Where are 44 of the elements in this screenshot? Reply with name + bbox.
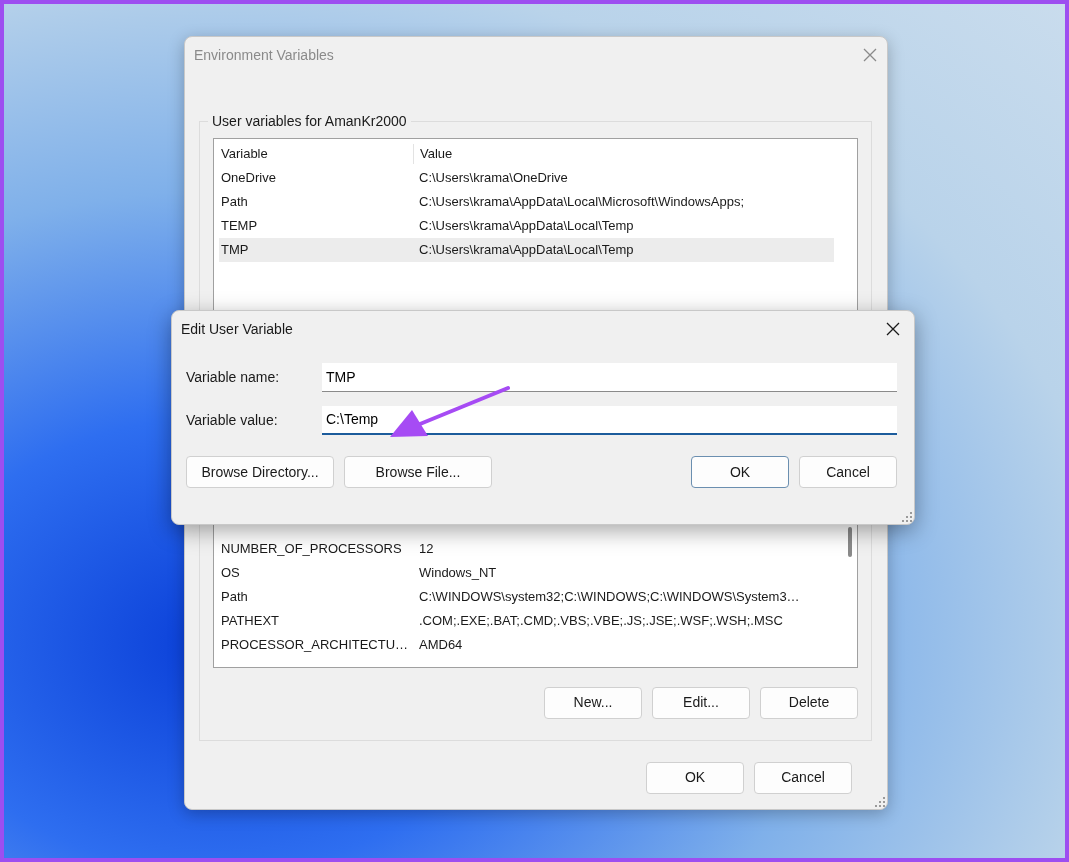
close-icon[interactable]: [886, 322, 900, 336]
table-cell-text: C:\Users\krama\AppData\Local\Microsoft\WindowsApps;: [418, 193, 746, 212]
table-cell-text: PROCESSOR_ARCHITECTU…: [220, 636, 410, 655]
table-cell-text: C:\WINDOWS\system32;C:\WINDOWS;C:\WINDOWS\System3…: [418, 588, 801, 607]
dialog-button[interactable]: Browse Directory...: [186, 456, 334, 488]
table-cell-text: NUMBER_OF_PROCESSORS: [220, 540, 403, 559]
list-row[interactable]: TMP C:\Users\krama\AppData\Local\Temp: [219, 237, 834, 262]
field-label: Variable name:: [186, 367, 281, 387]
dialog-button[interactable]: OK: [646, 761, 744, 794]
table-cell-text: Windows_NT: [418, 564, 498, 583]
table-cell-text: PATHEXT: [220, 612, 281, 631]
table-cell-text: TMP: [220, 241, 250, 260]
dialog-button[interactable]: OK: [691, 456, 789, 488]
list-row[interactable]: TEMP C:\Users\krama\AppData\Local\Temp: [219, 213, 834, 238]
table-cell-text: .COM;.EXE;.BAT;.CMD;.VBS;.VBE;.JS;.JSE;.WSF;.WSH;.MSC: [418, 612, 784, 631]
window-title: Environment Variables: [194, 45, 334, 65]
action-button[interactable]: Edit...: [652, 686, 750, 719]
action-button[interactable]: New...: [544, 686, 642, 719]
input-field[interactable]: TMP: [322, 362, 897, 392]
column-header[interactable]: Value: [413, 144, 834, 164]
action-button[interactable]: Delete: [760, 686, 858, 719]
input-field[interactable]: C:\Temp: [322, 405, 897, 435]
dialog-title: Edit User Variable: [181, 319, 293, 339]
list-row[interactable]: Path C:\Users\krama\AppData\Local\Microsoft\WindowsApps;: [219, 189, 834, 214]
table-cell-text: AMD64: [418, 636, 464, 655]
table-cell-text: OS: [220, 564, 241, 583]
table-cell-text: C:\Users\krama\AppData\Local\Temp: [418, 217, 635, 236]
table-cell-text: TEMP: [220, 217, 259, 236]
resize-grip-icon[interactable]: [902, 512, 912, 522]
dialog-button[interactable]: Cancel: [754, 761, 852, 794]
column-header[interactable]: Variable: [219, 144, 413, 164]
table-cell-text: 12: [418, 540, 435, 559]
dialog-button[interactable]: Browse File...: [344, 456, 492, 488]
resize-grip-icon[interactable]: [875, 797, 885, 807]
table-cell-text: OneDrive: [220, 169, 277, 188]
table-cell-text: Path: [220, 588, 249, 607]
list-row[interactable]: OneDrive C:\Users\krama\OneDrive: [219, 165, 834, 190]
table-cell-text: C:\Users\krama\OneDrive: [418, 169, 569, 188]
dialog-button[interactable]: Cancel: [799, 456, 897, 488]
scrollbar-thumb[interactable]: [848, 526, 852, 557]
table-cell-text: C:\Users\krama\AppData\Local\Temp: [418, 241, 635, 260]
field-label: Variable value:: [186, 410, 279, 430]
table-cell-text: Path: [220, 193, 249, 212]
group-title: User variables for AmanKr2000: [211, 113, 408, 130]
